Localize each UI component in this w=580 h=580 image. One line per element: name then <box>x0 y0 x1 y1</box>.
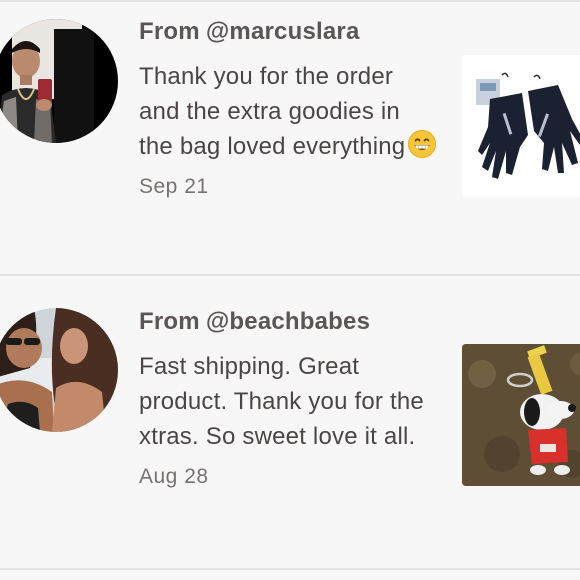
review-text: Fast shipping. Great product. Thank you … <box>139 353 424 450</box>
avatar-photo <box>0 308 118 432</box>
author-username[interactable]: @beachbabes <box>206 308 370 335</box>
review-content: From @beachbabes Fast shipping. Great pro… <box>139 307 439 489</box>
grinning-face-icon <box>407 129 437 159</box>
from-label: From <box>139 308 200 335</box>
review-author: From @beachbabes <box>139 307 439 337</box>
review-date: Sep 21 <box>139 175 209 198</box>
snoopy-keychain-image <box>462 344 580 486</box>
reviewer-avatar[interactable] <box>0 19 118 143</box>
author-username[interactable]: @marcuslara <box>206 18 360 45</box>
review-text: Thank you for the order and the extra go… <box>139 63 406 160</box>
review-text-block: Fast shipping. Great product. Thank you … <box>139 349 439 454</box>
product-thumbnail[interactable] <box>462 344 580 486</box>
reviewer-avatar[interactable] <box>0 308 118 432</box>
gloves-image <box>462 55 580 197</box>
avatar-photo <box>0 19 118 143</box>
product-thumbnail[interactable] <box>462 55 580 197</box>
review-author: From @marcuslara <box>139 17 439 47</box>
review-divider <box>0 274 580 276</box>
review-text-block: Thank you for the order and the extra go… <box>139 59 439 164</box>
review-divider <box>0 568 580 570</box>
review-item: From @marcuslara Thank you for the order … <box>0 0 580 276</box>
review-date: Aug 28 <box>139 465 209 488</box>
review-item: From @beachbabes Fast shipping. Great pro… <box>0 278 580 570</box>
from-label: From <box>139 18 200 45</box>
review-content: From @marcuslara Thank you for the order … <box>139 17 439 199</box>
